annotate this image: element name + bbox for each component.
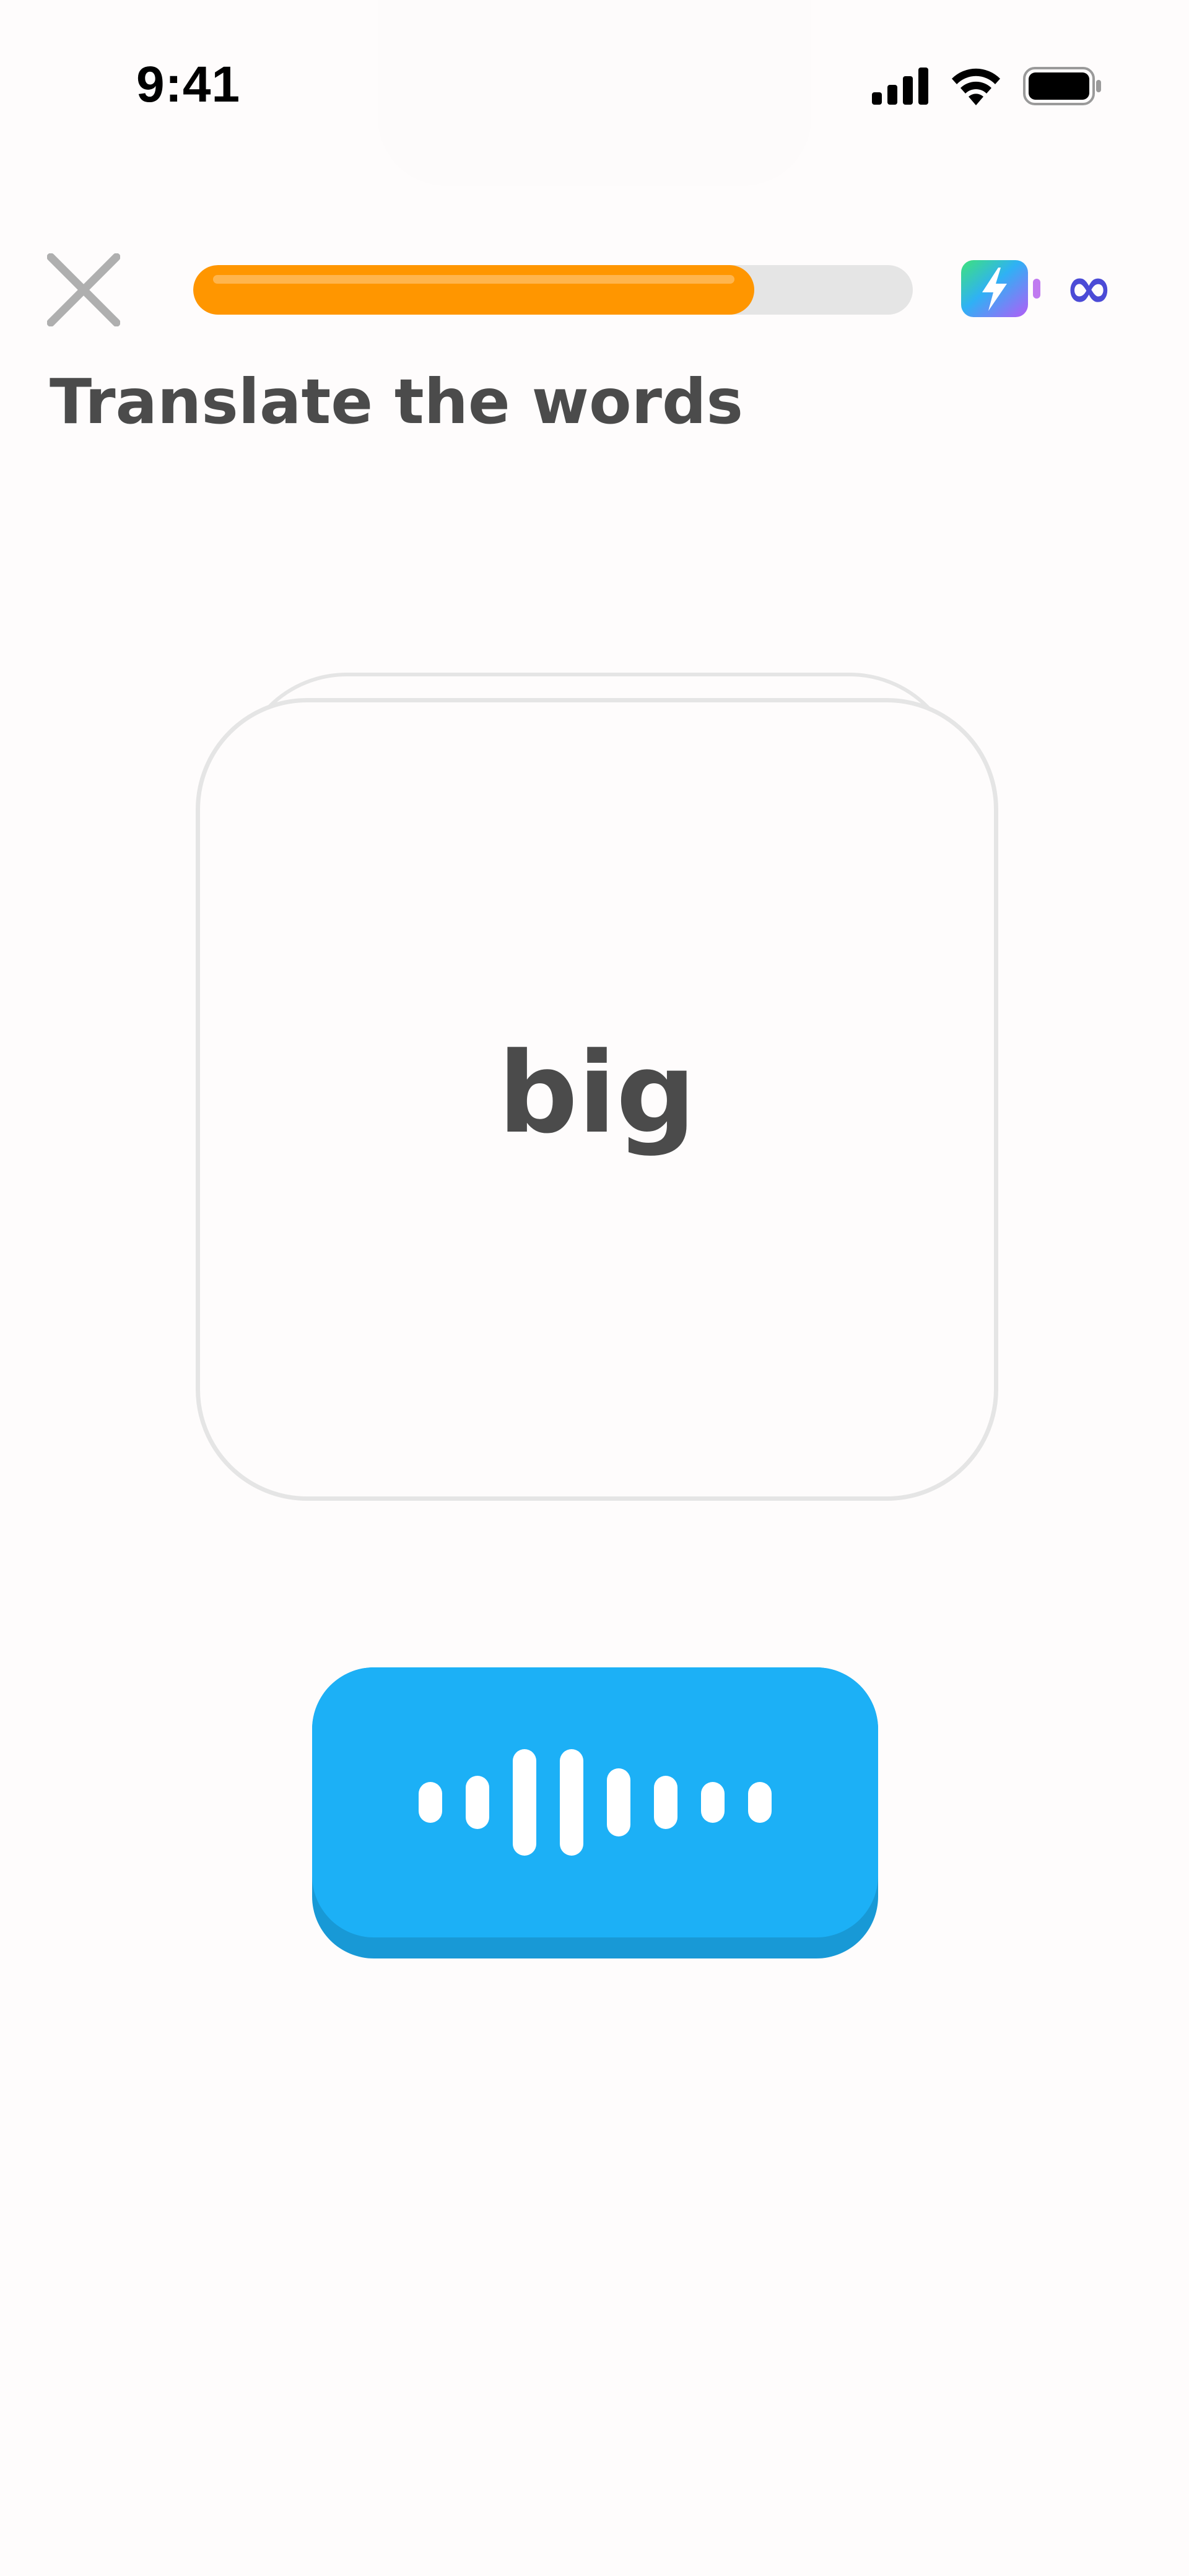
lesson-progress-bar: [193, 265, 913, 315]
status-icons: [872, 67, 1102, 108]
speak-button[interactable]: [312, 1667, 878, 1958]
close-button[interactable]: [43, 251, 124, 331]
lesson-progress-fill: [193, 265, 755, 315]
cellular-signal-icon: [872, 68, 929, 107]
status-time: 9:41: [136, 56, 241, 113]
device-notch: [378, 0, 811, 186]
progress-highlight: [213, 275, 735, 284]
lesson-screen: 9:41 ∞ Translate the words big: [0, 0, 1189, 2576]
battery-icon: [1023, 67, 1102, 108]
close-icon: [46, 253, 121, 329]
flashcard[interactable]: big: [196, 698, 998, 1501]
speak-button-face: [312, 1667, 878, 1937]
energy-count: ∞: [1065, 255, 1113, 321]
flashcard-word: big: [498, 1028, 696, 1158]
page-title: Translate the words: [50, 365, 744, 438]
wifi-icon: [950, 67, 1002, 108]
energy-indicator[interactable]: ∞: [961, 260, 1113, 320]
energy-battery-icon: [961, 260, 1042, 320]
sound-wave-icon: [419, 1749, 772, 1856]
